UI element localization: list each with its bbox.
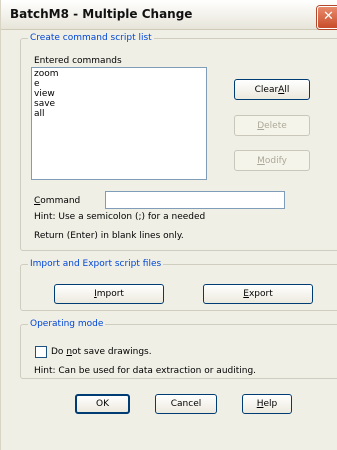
- import-label-post: mport: [96, 289, 124, 299]
- modify-button[interactable]: Modify: [234, 150, 310, 171]
- do-not-save-label-pre: Do: [51, 347, 67, 357]
- delete-label-post: elete: [264, 120, 287, 131]
- command-input[interactable]: [105, 191, 285, 209]
- list-item[interactable]: e: [34, 79, 204, 89]
- create-script-legend: Create command script list: [30, 33, 152, 43]
- modify-label-u: M: [257, 155, 265, 166]
- help-label-u: H: [256, 399, 264, 409]
- title-bar[interactable]: BatchM8 - Multiple Change ✕: [1, 0, 337, 30]
- operating-hint: Hint: Can be used for data extraction or…: [34, 366, 257, 376]
- help-label-post: elp: [263, 399, 278, 409]
- list-item[interactable]: all: [34, 109, 204, 119]
- list-item[interactable]: zoom: [34, 69, 204, 79]
- ok-button[interactable]: OK: [75, 394, 130, 414]
- delete-label-u: D: [257, 120, 265, 131]
- clear-all-button[interactable]: Clear All: [234, 79, 310, 100]
- import-button[interactable]: Import: [54, 284, 164, 304]
- cancel-button[interactable]: Cancel: [155, 394, 217, 414]
- export-button[interactable]: Export: [203, 284, 313, 304]
- cancel-label: Cancel: [170, 399, 202, 409]
- command-label: Command: [34, 196, 80, 206]
- do-not-save-label-post: ot save drawings.: [72, 347, 152, 357]
- operating-mode-legend: Operating mode: [30, 319, 104, 329]
- help-button[interactable]: Help: [242, 394, 292, 414]
- batch-dialog: BatchM8 - Multiple Change ✕ Create comma…: [0, 0, 337, 450]
- entered-commands-list[interactable]: zoom e view save all: [31, 67, 207, 180]
- export-label-post: xport: [248, 289, 273, 299]
- window-title: BatchM8 - Multiple Change: [10, 7, 193, 21]
- close-icon[interactable]: ✕: [317, 6, 337, 29]
- command-label-post: ommand: [40, 196, 81, 206]
- modify-label-post: odify: [264, 155, 287, 166]
- ok-label: OK: [96, 399, 109, 409]
- clear-all-label-pre: Clear: [254, 84, 279, 95]
- do-not-save-checkbox[interactable]: [35, 346, 47, 358]
- list-item[interactable]: view: [34, 89, 204, 99]
- do-not-save-label[interactable]: Do not save drawings.: [51, 347, 152, 357]
- import-export-legend: Import and Export script files: [30, 259, 162, 269]
- delete-button[interactable]: Delete: [234, 115, 310, 136]
- semicolon-hint: Hint: Use a semicolon (;) for a needed: [34, 212, 206, 222]
- clear-all-label-post: ll: [284, 84, 290, 95]
- entered-commands-label: Entered commands: [34, 56, 122, 66]
- list-item[interactable]: save: [34, 99, 204, 109]
- return-hint: Return (Enter) in blank lines only.: [34, 231, 184, 241]
